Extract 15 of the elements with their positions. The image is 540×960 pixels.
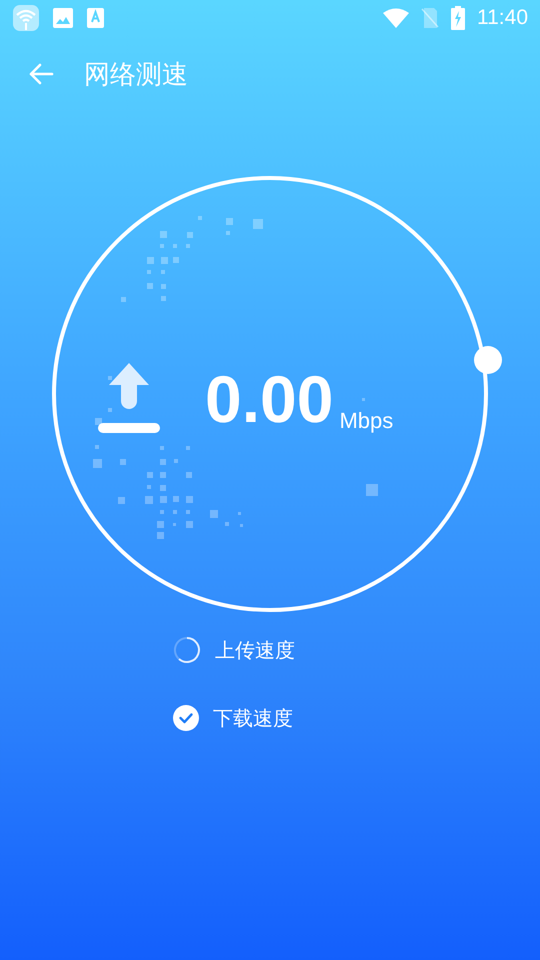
gauge-thumb <box>474 346 502 374</box>
status-time: 11:40 <box>477 6 528 30</box>
step-label: 下载速度 <box>213 704 293 732</box>
speed-value: 0.00 <box>205 361 334 437</box>
back-arrow-icon <box>28 62 54 86</box>
font-icon <box>87 8 104 28</box>
wifi-app-icon <box>13 5 39 31</box>
no-sim-icon <box>421 8 439 28</box>
upload-icon <box>97 363 161 435</box>
wifi-signal-icon <box>383 8 409 28</box>
step-label: 上传速度 <box>215 636 295 664</box>
page-title: 网络测速 <box>84 58 188 92</box>
speed-unit: Mbps <box>339 408 394 434</box>
image-icon <box>53 8 73 28</box>
battery-charging-icon <box>451 6 465 30</box>
